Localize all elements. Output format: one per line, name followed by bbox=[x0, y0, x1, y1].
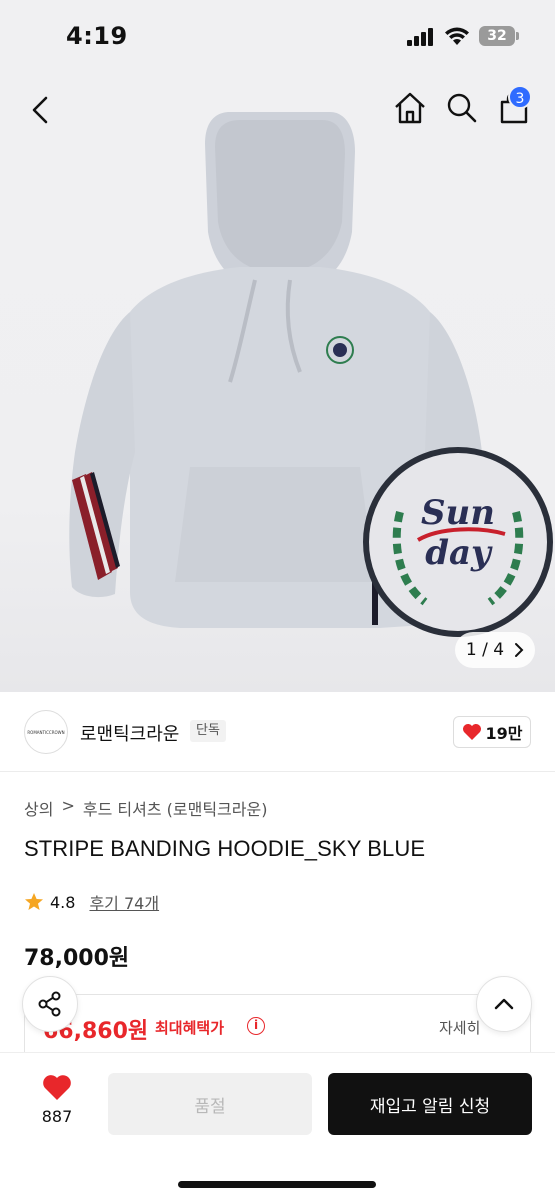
battery-icon: 32 bbox=[479, 26, 515, 46]
restock-alert-button[interactable]: 재입고 알림 신청 bbox=[328, 1073, 532, 1135]
info-icon[interactable]: i bbox=[247, 1017, 265, 1035]
star-icon bbox=[25, 893, 43, 910]
product-image-gallery[interactable]: Sun day 3 1 / 4 bbox=[0, 72, 555, 692]
search-icon bbox=[447, 93, 477, 123]
heart-icon bbox=[43, 1075, 71, 1100]
brand-like-count: 19만 bbox=[485, 724, 523, 743]
svg-text:Sun: Sun bbox=[421, 493, 495, 533]
product-title: STRIPE BANDING HOODIE_SKY BLUE bbox=[24, 836, 426, 861]
wish-count: 887 bbox=[41, 1107, 73, 1126]
exclusive-badge: 단독 bbox=[190, 720, 226, 742]
cart-badge: 3 bbox=[508, 85, 532, 109]
rating-row: 4.8 후기 74개 bbox=[24, 890, 159, 914]
chevron-right-icon: > bbox=[61, 796, 75, 815]
image-counter[interactable]: 1 / 4 bbox=[455, 632, 535, 668]
rating-value: 4.8 bbox=[50, 892, 76, 912]
chevron-left-icon bbox=[32, 96, 48, 124]
benefit-detail-link[interactable]: 자세히 bbox=[439, 1017, 480, 1038]
home-button[interactable] bbox=[390, 88, 430, 128]
status-bar: 4:19 32 bbox=[0, 0, 555, 72]
bottom-action-bar: 887 품절 재입고 알림 신청 bbox=[0, 1052, 555, 1200]
benefit-label: 최대혜택가 bbox=[155, 1019, 225, 1037]
home-indicator bbox=[178, 1181, 376, 1188]
share-button[interactable] bbox=[22, 976, 78, 1032]
product-price: 78,000원 bbox=[24, 946, 130, 971]
review-link[interactable]: 후기 74개 bbox=[89, 890, 159, 914]
scroll-top-button[interactable] bbox=[476, 976, 532, 1032]
breadcrumb-subcategory[interactable]: 후드 티셔츠 (로맨틱크라운) bbox=[83, 796, 268, 820]
wish-button[interactable]: 887 bbox=[32, 1073, 82, 1126]
share-icon bbox=[38, 991, 61, 1017]
heart-icon bbox=[462, 724, 481, 740]
soldout-button: 품절 bbox=[108, 1073, 312, 1135]
status-time: 4:19 bbox=[66, 22, 128, 50]
image-counter-text: 1 / 4 bbox=[465, 640, 505, 660]
brand-row: ROMANTICCROWN 로맨틱크라운 단독 19만 bbox=[0, 692, 555, 772]
svg-text:day: day bbox=[425, 533, 493, 573]
home-icon bbox=[395, 92, 425, 124]
chevron-right-icon bbox=[515, 643, 524, 657]
back-button[interactable] bbox=[22, 90, 62, 130]
hoodie-image: Sun day bbox=[69, 112, 553, 637]
brand-logo[interactable]: ROMANTICCROWN bbox=[24, 710, 68, 754]
battery-tip bbox=[516, 32, 519, 40]
brand-name[interactable]: 로맨틱크라운 bbox=[80, 720, 179, 746]
chevron-up-icon bbox=[494, 998, 514, 1010]
brand-like-button[interactable]: 19만 bbox=[453, 716, 531, 748]
search-button[interactable] bbox=[442, 88, 482, 128]
signal-icon bbox=[407, 28, 435, 46]
breadcrumb: 상의 > 후드 티셔츠 (로맨틱크라운) bbox=[24, 796, 267, 820]
wifi-icon bbox=[445, 27, 469, 45]
breadcrumb-category[interactable]: 상의 bbox=[24, 796, 53, 820]
